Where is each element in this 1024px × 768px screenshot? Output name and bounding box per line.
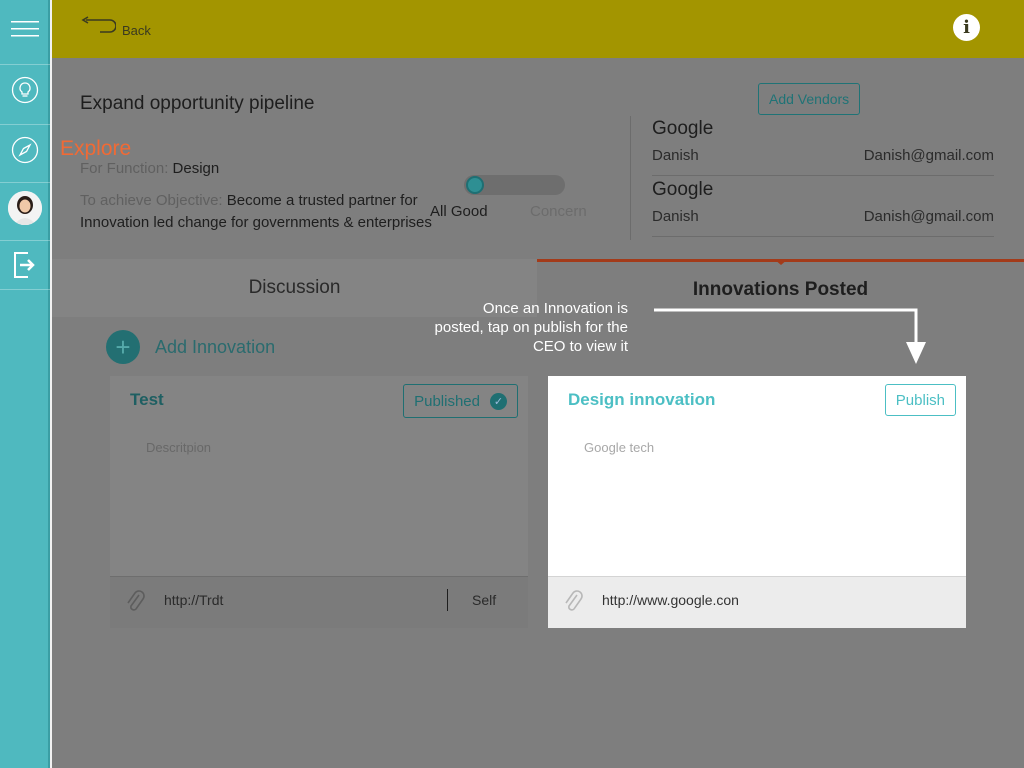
function-value: Design: [172, 160, 220, 177]
divider: [630, 116, 631, 240]
coach-mark-arrow-icon: [654, 308, 926, 364]
back-button[interactable]: Back: [80, 16, 151, 38]
info-button[interactable]: i: [953, 14, 980, 41]
vendor-item[interactable]: Google Danish Danish@gmail.com: [652, 177, 994, 237]
info-icon: i: [963, 17, 970, 38]
vendor-email: Danish@gmail.com: [863, 147, 994, 164]
function-label: For Function:: [80, 160, 169, 177]
publish-button[interactable]: Publish: [884, 384, 956, 416]
add-icon: +: [106, 330, 140, 364]
paperclip-icon: [565, 590, 583, 611]
hamburger-icon: [11, 21, 39, 37]
compass-icon: [11, 136, 39, 163]
active-tab-indicator: [774, 259, 788, 265]
add-innovation-label: Add Innovation: [155, 336, 276, 357]
objective-row: To achieve Objective: Become a trusted p…: [80, 190, 440, 234]
sidebar: [0, 0, 50, 768]
main-content: Expand opportunity pipeline For Function…: [52, 58, 1024, 768]
all-good-label: All Good: [430, 203, 488, 220]
menu-button[interactable]: [0, 4, 50, 54]
explore-label: Explore: [60, 137, 132, 160]
attachment-link[interactable]: http://Trdt: [164, 592, 223, 608]
concern-label: Concern: [530, 203, 587, 220]
attachment-link[interactable]: http://www.google.con: [602, 592, 739, 608]
back-label: Back: [122, 23, 151, 38]
innovation-title: Design innovation: [568, 390, 716, 409]
status-toggle[interactable]: [464, 175, 565, 195]
back-arrow-icon: [81, 16, 116, 33]
opportunity-title: Expand opportunity pipeline: [80, 93, 315, 114]
vendor-email: Danish@gmail.com: [863, 208, 994, 225]
sidebar-item-profile[interactable]: [0, 182, 50, 232]
logout-icon: [14, 252, 35, 278]
sidebar-item-logout[interactable]: [0, 240, 50, 290]
innovation-description: Google tech: [584, 440, 655, 455]
card-footer: http://Trdt Self: [110, 576, 528, 628]
owner-label: Self: [472, 592, 497, 608]
sidebar-item-ideas[interactable]: [0, 64, 50, 114]
paperclip-icon: [127, 590, 145, 611]
vendor-contact: Danish: [652, 208, 699, 225]
vendor-company: Google: [652, 179, 714, 200]
innovation-card[interactable]: Test Published ✓ Descritpion http://Trdt…: [110, 376, 528, 628]
add-vendors-button[interactable]: Add Vendors: [758, 83, 861, 115]
add-innovation-button[interactable]: + Add Innovation: [106, 330, 275, 364]
innovation-card-highlighted[interactable]: Design innovation Publish Google tech ht…: [548, 376, 966, 628]
sidebar-item-explore[interactable]: [0, 124, 50, 174]
innovation-description: Descritpion: [146, 440, 212, 455]
objective-label: To achieve Objective:: [80, 192, 223, 209]
vendor-item[interactable]: Google Danish Danish@gmail.com: [652, 116, 994, 176]
avatar: [8, 190, 42, 225]
published-label: Published: [414, 392, 480, 410]
check-icon: ✓: [490, 392, 507, 410]
footer-divider: [447, 589, 448, 611]
innovation-title: Test: [130, 390, 164, 409]
lightbulb-icon: [11, 76, 39, 103]
vendor-contact: Danish: [652, 147, 699, 164]
toggle-knob[interactable]: [466, 176, 484, 194]
card-footer: http://www.google.con: [548, 576, 966, 628]
top-bar: Back i: [52, 0, 1024, 58]
coach-mark-text: Once an Innovation is posted, tap on pub…: [434, 300, 628, 355]
function-row: For Function: Design: [80, 160, 219, 177]
vendor-company: Google: [652, 118, 714, 139]
published-button[interactable]: Published ✓: [403, 384, 518, 418]
